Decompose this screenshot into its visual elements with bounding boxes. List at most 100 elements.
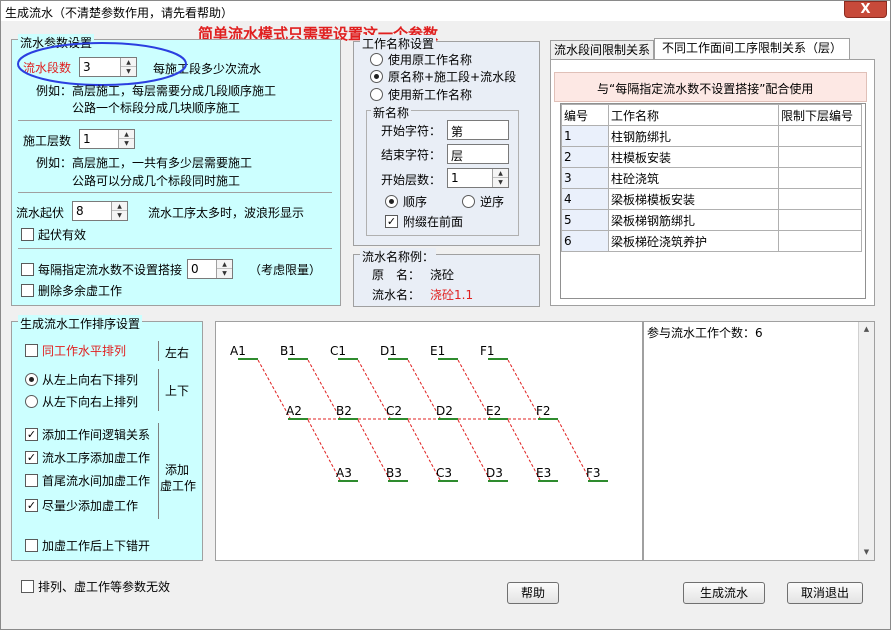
flow-count-text: 参与流水工作个数：6 (647, 326, 763, 340)
delete-dummy-label: 删除多余虚工作 (38, 284, 123, 298)
table-row[interactable]: 5 梁板梯钢筋绑扎 (561, 209, 862, 231)
table-row[interactable]: 6 梁板梯砼浇筑养护 (561, 230, 862, 252)
flow-params-panel: 流水参数设置 流水段数 3 ▲ ▼ 每施工段多少次流水 例如：高层施工，每层需要分… (11, 34, 341, 306)
table-row[interactable]: 4 梁板梯模板安装 (561, 188, 862, 210)
order-forward-radio[interactable] (385, 195, 398, 208)
layers-value[interactable]: 1 (83, 132, 91, 146)
spin-up-icon[interactable]: ▲ (112, 202, 127, 211)
interval-spinner[interactable]: 0 ▲ ▼ (187, 259, 233, 279)
help-button[interactable]: 帮助 (507, 582, 559, 604)
limit-table-wrap: 编号 工作名称 限制下层编号 1 柱钢筋绑扎 2 柱模板安装 3 柱砼浇筑 4 梁板梯模板安装… (560, 103, 866, 299)
add-dummy-checkbox[interactable]: ✓ (25, 451, 38, 464)
spin-up-icon[interactable]: ▲ (493, 169, 508, 178)
end-char-label: 结束字符： (381, 148, 442, 162)
start-char-input[interactable]: 第 (447, 120, 509, 140)
window-title: 生成流水（不清楚参数作用，请先看帮助） (5, 6, 234, 20)
row-lower-cell[interactable] (778, 167, 862, 189)
row-lower-cell[interactable] (778, 209, 862, 231)
flow-node-label: D2 (436, 404, 453, 418)
spin-down-icon[interactable]: ▼ (119, 139, 134, 148)
row-lower-cell[interactable] (778, 146, 862, 168)
spin-down-icon[interactable]: ▼ (217, 269, 232, 278)
flow-node-label: F3 (586, 466, 601, 480)
tab-layer-limit[interactable]: 不同工作面间工序限制关系（层） (654, 38, 850, 60)
naming-panel: 工作名称设置 使用原工作名称 原名称+施工段+流水段 使用新工作名称 新名称 开… (353, 35, 540, 246)
row-name-cell: 柱钢筋绑扎 (608, 125, 779, 147)
start-layer-value[interactable]: 1 (451, 171, 459, 185)
divider (18, 192, 332, 193)
bottom-up-label: 从左下向右上排列 (42, 395, 139, 409)
same-horizontal-checkbox[interactable] (25, 344, 38, 357)
divider (158, 369, 159, 411)
use-original-name-radio[interactable] (370, 53, 383, 66)
use-new-name-label: 使用新工作名称 (388, 88, 473, 102)
tab-segment-limit[interactable]: 流水段间限制关系 (550, 40, 654, 60)
cancel-exit-button[interactable]: 取消退出 (787, 582, 863, 604)
rise-valid-label: 起伏有效 (38, 228, 87, 242)
table-row[interactable]: 2 柱模板安装 (561, 146, 862, 168)
params-invalid-checkbox[interactable] (21, 580, 34, 593)
flow-diagram-panel: A1 B1 C1 D1 E1 F1 A2 B2 C2 D2 E2 F2 A3 B3 C3 D3 E3 F3 (215, 321, 643, 561)
flow-node-label: A2 (286, 404, 302, 418)
flow-node-label: A3 (336, 466, 352, 480)
segments-example-2: 公路一个标段分成几块顺序施工 (72, 101, 241, 115)
add-logic-checkbox[interactable]: ✓ (25, 428, 38, 441)
example-flow-value: 浇砼1.1 (430, 288, 474, 302)
flow-node-label: A1 (230, 344, 246, 358)
delete-dummy-checkbox[interactable] (21, 284, 34, 297)
generate-flow-button[interactable]: 生成流水 (683, 582, 765, 604)
flow-node-label: B1 (280, 344, 296, 358)
layers-spinner[interactable]: 1 ▲ ▼ (79, 129, 135, 149)
divider (158, 341, 159, 361)
row-lower-cell[interactable] (778, 125, 862, 147)
close-button[interactable]: X (844, 1, 887, 18)
divider (158, 423, 159, 519)
example-panel: 流水名称例： 原 名： 浇砼 流水名： 浇砼1.1 (353, 248, 540, 307)
example-original-value: 浇砼 (430, 268, 455, 282)
info-scrollbar[interactable]: ▲ ▼ (858, 322, 874, 560)
sort-settings-panel: 生成流水工作排序设置 同工作水平排列 左右 从左上向右下排列 从左下向右上排列 … (11, 315, 203, 561)
attach-front-checkbox[interactable]: ✓ (385, 215, 398, 228)
row-id-cell: 4 (561, 188, 609, 210)
row-name-cell: 梁板梯钢筋绑扎 (608, 209, 779, 231)
attach-front-label: 附缀在前面 (403, 215, 464, 229)
row-id-cell: 6 (561, 230, 609, 252)
flow-node-label: C2 (386, 404, 402, 418)
table-row[interactable]: 1 柱钢筋绑扎 (561, 125, 862, 147)
rise-valid-checkbox[interactable] (21, 228, 34, 241)
spin-up-icon[interactable]: ▲ (119, 130, 134, 139)
top-down-radio[interactable] (25, 373, 38, 386)
row-lower-cell[interactable] (778, 230, 862, 252)
row-lower-cell[interactable] (778, 188, 862, 210)
start-layer-spinner[interactable]: 1 ▲ ▼ (447, 168, 509, 188)
minimize-dummy-checkbox[interactable]: ✓ (25, 499, 38, 512)
rise-value[interactable]: 8 (76, 204, 84, 218)
add-dummy-group-label-1: 添加 (165, 463, 190, 477)
use-new-name-radio[interactable] (370, 88, 383, 101)
scroll-down-icon[interactable]: ▼ (859, 545, 874, 560)
new-name-legend: 新名称 (371, 104, 412, 121)
layers-example-2: 公路可以分成几个标段同时施工 (72, 174, 241, 188)
limit-table: 编号 工作名称 限制下层编号 1 柱钢筋绑扎 2 柱模板安装 3 柱砼浇筑 4 梁板梯模板安装… (561, 104, 862, 252)
interval-checkbox[interactable] (21, 263, 34, 276)
spin-down-icon[interactable]: ▼ (112, 211, 127, 220)
spin-up-icon[interactable]: ▲ (217, 260, 232, 269)
combined-name-radio[interactable] (370, 70, 383, 83)
order-reverse-radio[interactable] (462, 195, 475, 208)
rise-spinner[interactable]: 8 ▲ ▼ (72, 201, 128, 221)
table-row[interactable]: 3 柱砼浇筑 (561, 167, 862, 189)
limit-header-id: 编号 (561, 104, 609, 126)
stagger-checkbox[interactable] (25, 539, 38, 552)
example-original-label: 原 名： (372, 268, 421, 282)
new-name-group: 新名称 开始字符： 第 结束字符： 层 开始层数： 1 ▲ ▼ 顺序 逆序 ✓ 附… (366, 104, 519, 236)
limit-header-name: 工作名称 (608, 104, 779, 126)
example-flow-label: 流水名： (372, 288, 421, 302)
end-char-input[interactable]: 层 (447, 144, 509, 164)
scroll-up-icon[interactable]: ▲ (859, 322, 874, 337)
spin-down-icon[interactable]: ▼ (493, 178, 508, 187)
bottom-up-radio[interactable] (25, 395, 38, 408)
head-tail-checkbox[interactable] (25, 474, 38, 487)
segments-example-1: 例如：高层施工，每层需要分成几段顺序施工 (36, 84, 277, 98)
interval-value[interactable]: 0 (191, 262, 199, 276)
title-bar: 生成流水（不清楚参数作用，请先看帮助） X (1, 1, 890, 21)
